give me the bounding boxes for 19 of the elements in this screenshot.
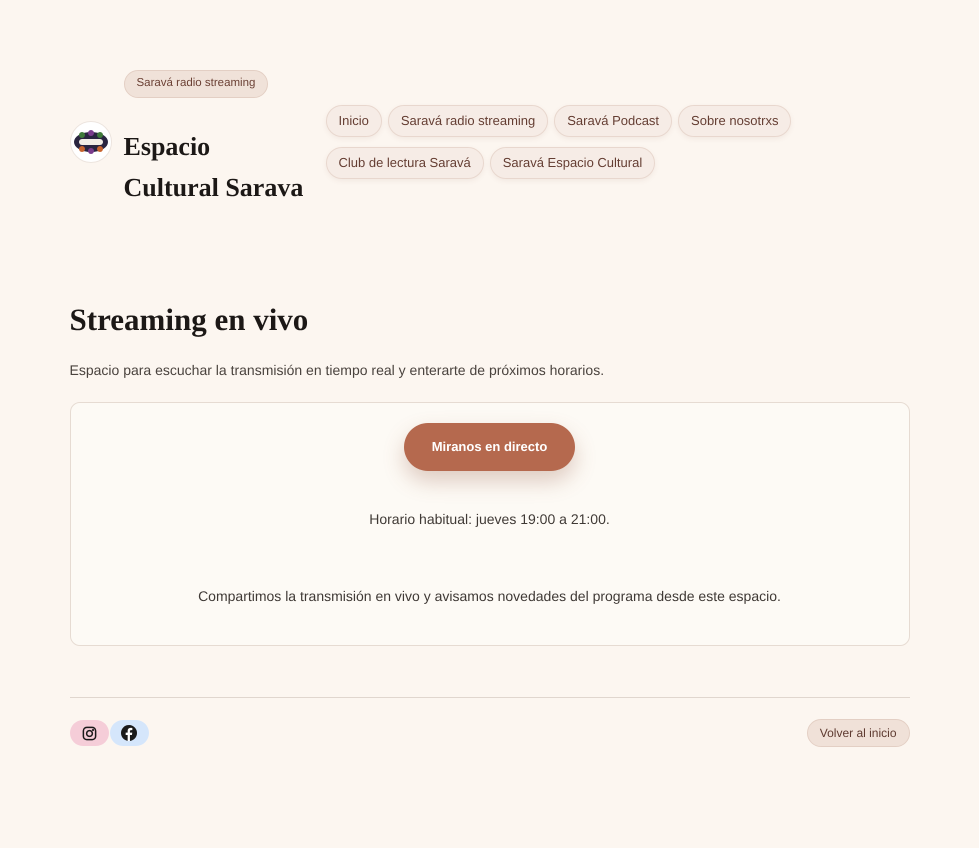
back-to-home-button[interactable]: Volver al inicio <box>806 719 910 747</box>
card-note: Compartimos la transmisión en vivo y avisamos novedades del programa desde este espacio. <box>198 587 781 606</box>
page-description: Espacio para escuchar la transmisión en tiempo real y enterarte de próximos horarios. <box>70 361 606 380</box>
instagram-link[interactable] <box>70 720 108 746</box>
page-heading: Streaming en vivo <box>70 301 310 339</box>
nav-link[interactable]: Inicio <box>326 105 382 137</box>
schedule-text: Horario habitual: jueves 19:00 a 21:00. <box>369 510 610 529</box>
nav-link[interactable]: Saravá Espacio Cultural <box>490 147 656 179</box>
facebook-icon <box>121 725 137 741</box>
section-tag: Saravá radio streaming <box>124 70 268 98</box>
site-title: Espacio Cultural Sarava <box>124 131 304 204</box>
facebook-link[interactable] <box>110 720 148 746</box>
nav-link[interactable]: Saravá Podcast <box>554 105 672 137</box>
nav-link[interactable]: Club de lectura Saravá <box>326 147 484 179</box>
instagram-icon <box>82 726 96 740</box>
nav-link[interactable]: Saravá radio streaming <box>388 105 548 137</box>
live-button[interactable]: Miranos en directo <box>404 423 575 471</box>
nav-link[interactable]: Sobre nosotrxs <box>678 105 792 137</box>
logo-icon <box>70 121 112 163</box>
